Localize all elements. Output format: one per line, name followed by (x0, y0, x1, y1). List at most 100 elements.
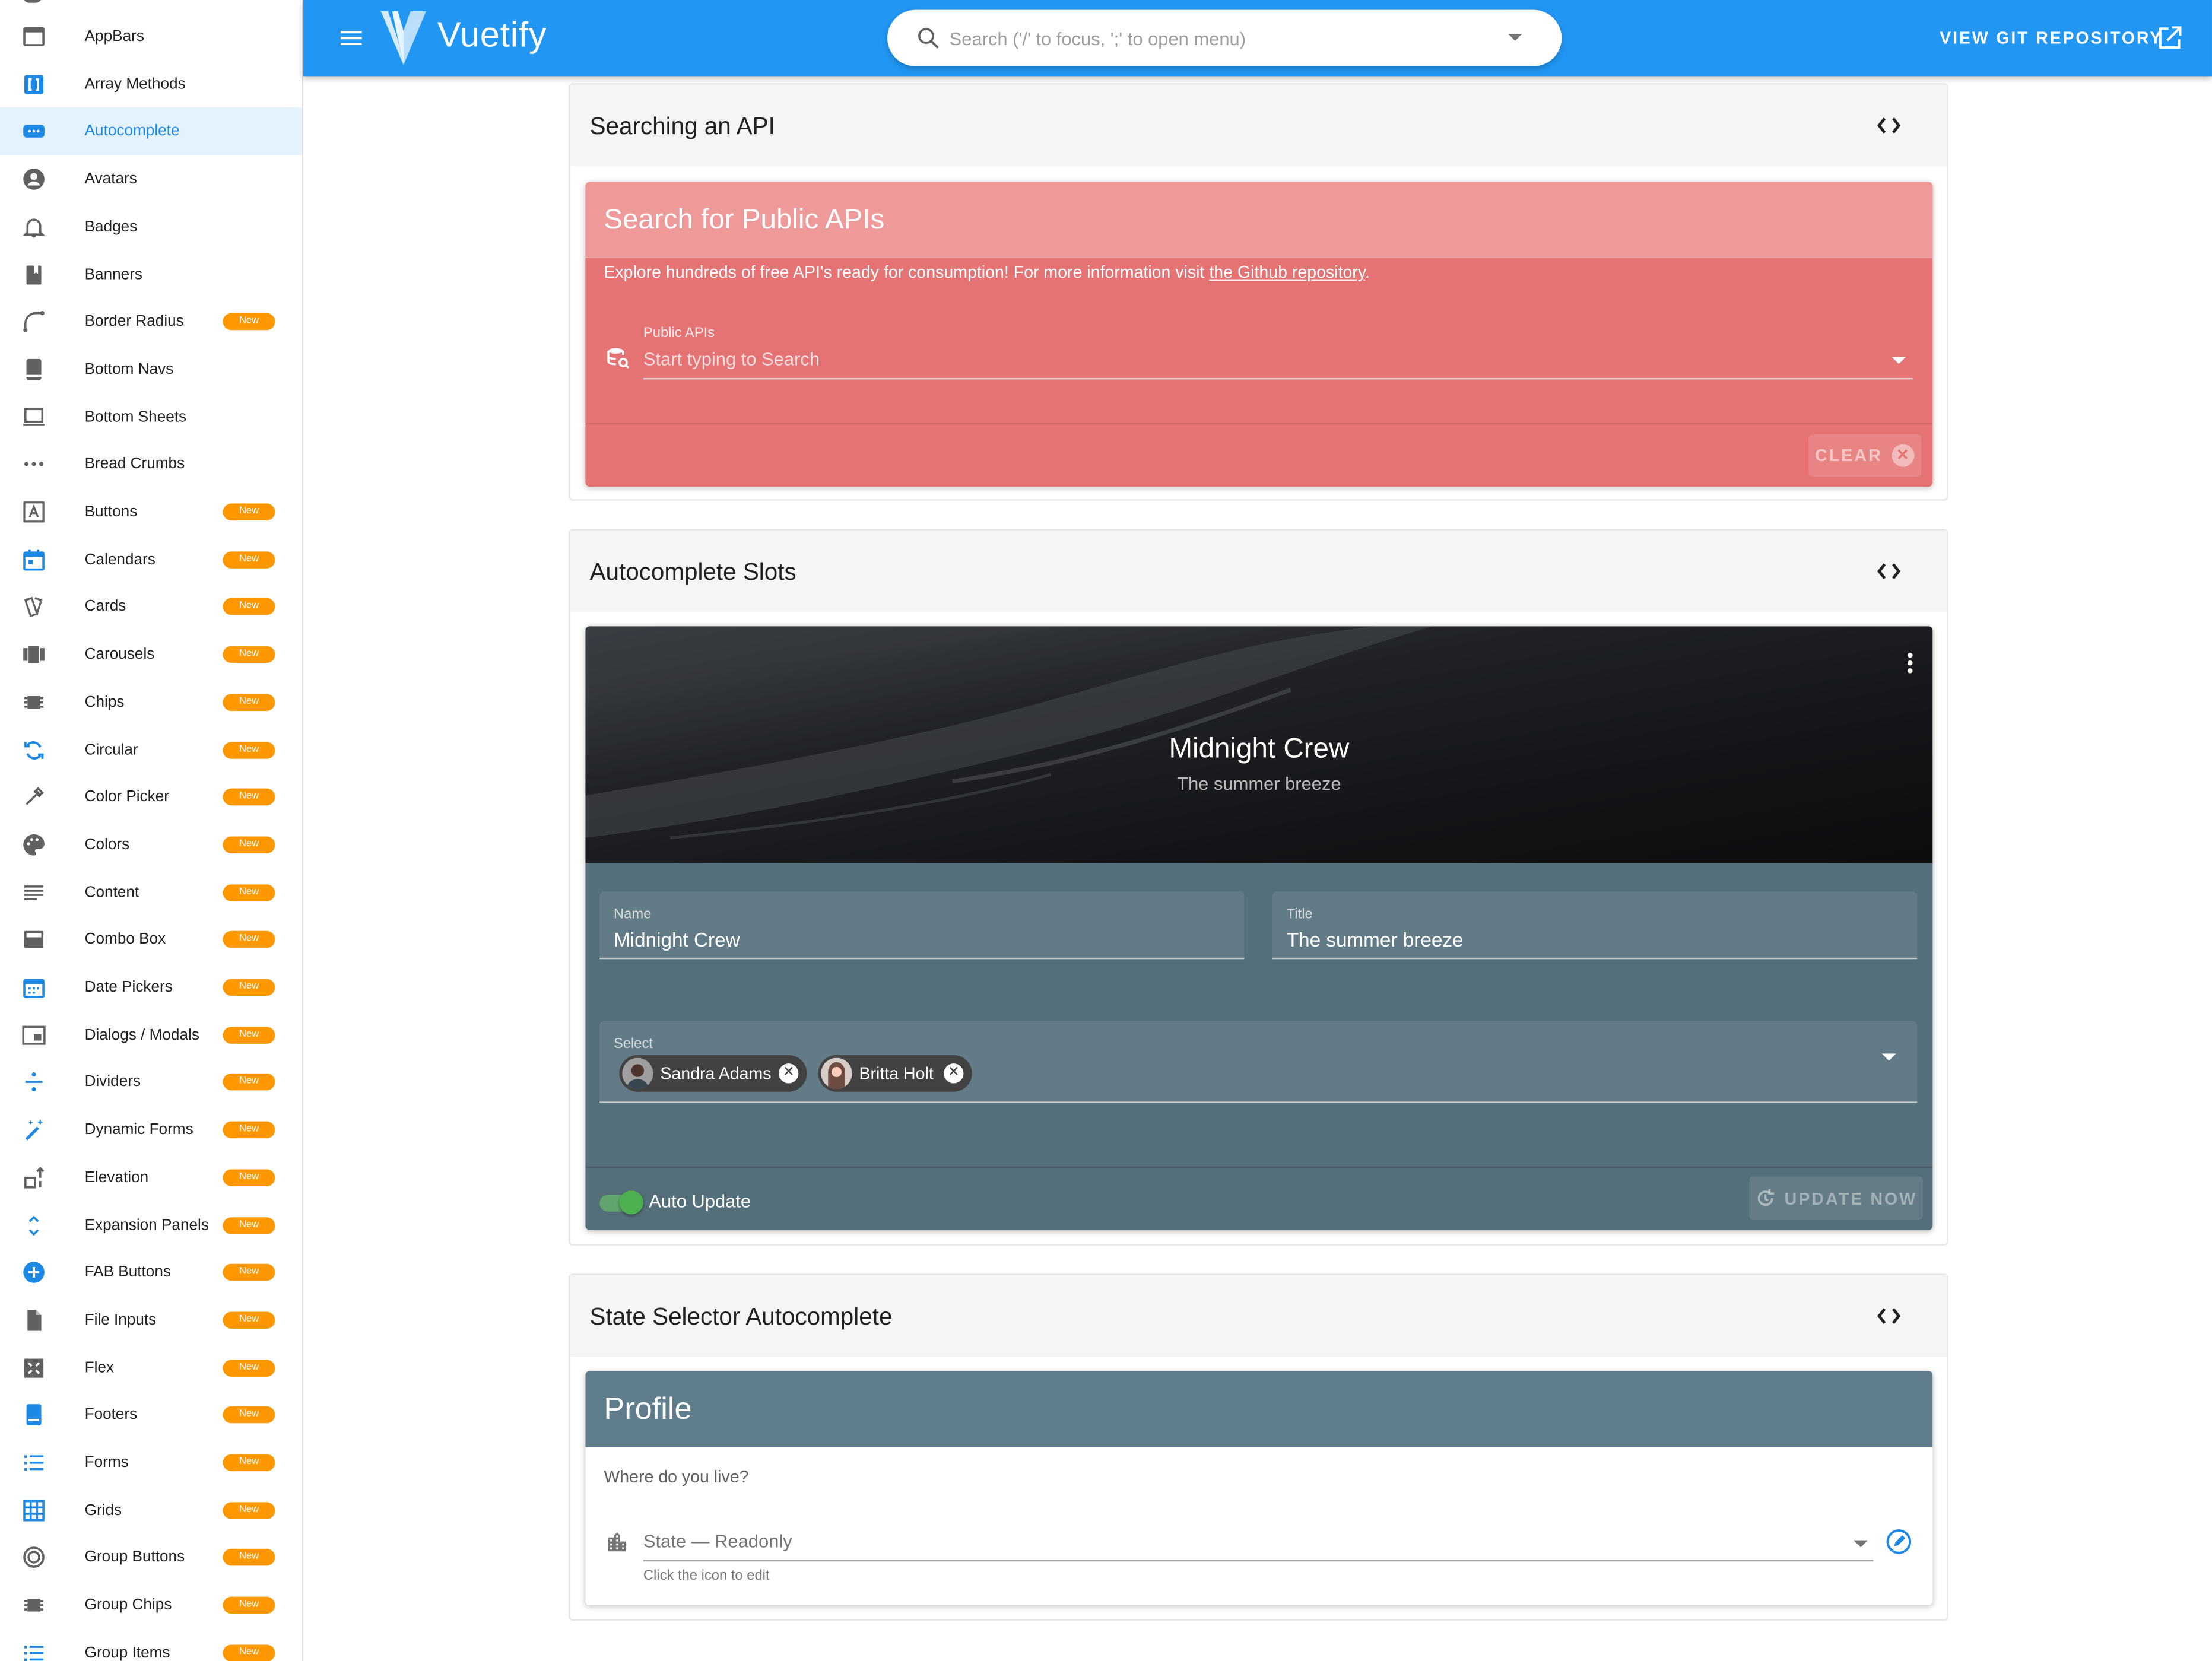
sidebar-item-group-chips[interactable]: Group Chips New (0, 1581, 302, 1630)
name-field[interactable]: Name Midnight Crew (599, 891, 1245, 960)
close-circle-icon[interactable]: ✕ (779, 1063, 799, 1084)
sidebar-item-dynamic-forms[interactable]: Dynamic Forms New (0, 1106, 302, 1154)
sidebar-item-circular[interactable]: Circular New (0, 726, 302, 774)
public-apis-input[interactable]: Start typing to Search (643, 348, 820, 370)
sidebar-item-label: Group Buttons (84, 1549, 185, 1567)
sidebar-scroll-edge (23, 0, 43, 3)
vuetify-logo[interactable] (379, 8, 427, 68)
view-git-repository-link[interactable]: VIEW GIT REPOSITORY (1940, 28, 2163, 48)
new-badge: New (223, 1549, 275, 1567)
search-field[interactable]: Search ('/' to focus, ';' to open menu) (887, 9, 1562, 66)
sidebar-item-date-pickers[interactable]: Date Pickers New (0, 963, 302, 1011)
flex-icon (20, 1354, 48, 1382)
chip-britta-holt[interactable]: Britta Holt ✕ (818, 1055, 972, 1092)
sidebar-item-group-buttons[interactable]: Group Buttons New (0, 1534, 302, 1582)
sidebar-item-avatars[interactable]: Avatars (0, 155, 302, 204)
sidebar-item-banners[interactable]: Banners (0, 250, 302, 298)
new-badge: New (223, 1121, 275, 1139)
chip-sandra-adams[interactable]: Sandra Adams ✕ (619, 1055, 807, 1092)
sidebar-item-badges[interactable]: Badges (0, 203, 302, 251)
new-badge: New (223, 1074, 275, 1091)
sidebar-item-label: Autocomplete (84, 123, 180, 141)
menu-down-icon[interactable] (1508, 34, 1522, 41)
sidebar-item-autocomplete[interactable]: Autocomplete (0, 107, 302, 156)
format-list-icon (20, 1638, 48, 1661)
sidebar-item-appbars[interactable]: AppBars (0, 12, 302, 61)
sidebar-item-bread-crumbs[interactable]: Bread Crumbs (0, 440, 302, 488)
sidebar-item-footers[interactable]: Footers New (0, 1391, 302, 1439)
sidebar-item-chips[interactable]: Chips New (0, 678, 302, 726)
sidebar-item-label: Bread Crumbs (84, 456, 185, 473)
brand-title[interactable]: Vuetify (437, 15, 547, 56)
sidebar-item-flex[interactable]: Flex New (0, 1344, 302, 1392)
github-repository-link[interactable]: the Github repository (1209, 262, 1365, 282)
menu-icon[interactable] (337, 24, 366, 52)
new-badge: New (223, 1264, 275, 1281)
code-tags-icon[interactable] (1876, 1305, 1902, 1327)
menu-down-icon[interactable] (1892, 357, 1906, 364)
close-circle-icon[interactable]: ✕ (944, 1063, 964, 1084)
title-field[interactable]: Title The summer breeze (1272, 891, 1918, 960)
sidebar-item-cards[interactable]: Cards New (0, 583, 302, 631)
calendar-icon (20, 545, 48, 574)
sidebar-item-label: Buttons (84, 503, 138, 521)
more-vert-icon[interactable] (1906, 652, 1914, 674)
sidebar-item-calendars[interactable]: Calendars New (0, 535, 302, 583)
auto-update-switch[interactable] (596, 1189, 645, 1215)
sidebar-item-grids[interactable]: Grids New (0, 1487, 302, 1535)
code-tags-icon[interactable] (1876, 560, 1902, 583)
sidebar-item-bottom-sheets[interactable]: Bottom Sheets (0, 393, 302, 441)
sidebar-item-file-inputs[interactable]: File Inputs New (0, 1296, 302, 1344)
update-now-button[interactable]: UPDATE NOW (1749, 1176, 1923, 1221)
new-badge: New (223, 789, 275, 806)
sidebar-item-dialogs-modals[interactable]: Dialogs / Modals New (0, 1011, 302, 1059)
state-field[interactable]: State — Readonly (643, 1530, 792, 1552)
new-badge: New (223, 884, 275, 901)
close-circle-icon: ✕ (1892, 444, 1915, 467)
hero-subtitle: The summer breeze (1177, 773, 1341, 795)
menu-down-icon[interactable] (1854, 1540, 1868, 1548)
code-tags-icon[interactable] (1876, 115, 1902, 137)
sidebar-item-fab-buttons[interactable]: FAB Buttons New (0, 1249, 302, 1297)
sidebar-item-label: Array Methods (84, 75, 186, 93)
file-icon (20, 1306, 48, 1335)
laptop-icon (20, 403, 48, 431)
sidebar-item-content[interactable]: Content New (0, 868, 302, 916)
sidebar-item-colors[interactable]: Colors New (0, 821, 302, 869)
pencil-circle-icon[interactable] (1885, 1527, 1913, 1556)
api-description: Explore hundreds of free API's ready for… (604, 262, 1370, 282)
auto-fix-icon (20, 1116, 48, 1144)
sidebar-item-border-radius[interactable]: Border Radius New (0, 298, 302, 346)
sidebar-item-label: Badges (84, 218, 138, 236)
sidebar-item-label: Circular (84, 741, 138, 758)
new-badge: New (223, 1359, 275, 1376)
new-badge: New (223, 741, 275, 758)
sidebar-item-array-methods[interactable]: Array Methods (0, 60, 302, 108)
sidebar-item-carousels[interactable]: Carousels New (0, 631, 302, 679)
section-title: Searching an API (589, 113, 775, 140)
view-carousel-icon (20, 640, 48, 669)
sidebar-item-label: Flex (84, 1359, 115, 1376)
menu-down-icon[interactable] (1881, 1053, 1896, 1061)
field-underline (1272, 957, 1918, 960)
alpha-a-box-icon (20, 498, 48, 526)
sidebar-item-combo-box[interactable]: Combo Box New (0, 916, 302, 964)
sidebar-item-bottom-navs[interactable]: Bottom Navs (0, 345, 302, 393)
clear-button[interactable]: CLEAR ✕ (1808, 434, 1922, 477)
sidebar-item-dividers[interactable]: Dividers New (0, 1059, 302, 1107)
sidebar-item-group-items[interactable]: Group Items New (0, 1629, 302, 1661)
form-textbox-icon (20, 117, 48, 146)
hero-name: Midnight Crew (1169, 733, 1350, 765)
search-icon (916, 26, 941, 51)
avatar (821, 1057, 852, 1089)
sidebar-item-color-picker[interactable]: Color Picker New (0, 773, 302, 821)
sidebar-item-buttons[interactable]: Buttons New (0, 488, 302, 536)
profile-title: Profile (604, 1390, 692, 1427)
select-field[interactable]: Select Sandra Adams ✕ Britta Holt ✕ (599, 1021, 1918, 1103)
public-api-search-card: Search for Public APIs Explore hundreds … (585, 182, 1933, 487)
sidebar-item-expansion-panels[interactable]: Expansion Panels New (0, 1201, 302, 1249)
sidebar-item-forms[interactable]: Forms New (0, 1438, 302, 1487)
open-in-new-icon[interactable] (2156, 24, 2184, 52)
sidebar-item-elevation[interactable]: Elevation New (0, 1154, 302, 1202)
new-badge: New (223, 836, 275, 853)
